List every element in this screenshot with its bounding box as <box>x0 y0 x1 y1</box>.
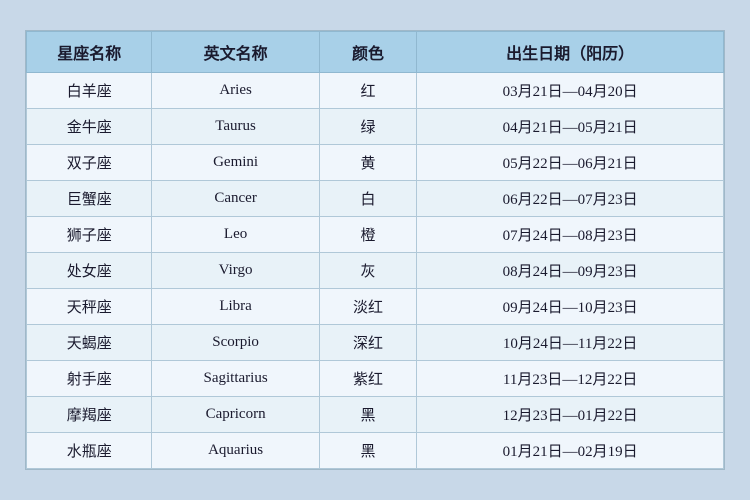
cell-color: 灰 <box>319 253 417 289</box>
cell-chinese: 白羊座 <box>27 73 152 109</box>
table-row: 双子座Gemini黄05月22日—06月21日 <box>27 145 724 181</box>
zodiac-table: 星座名称 英文名称 颜色 出生日期（阳历） 白羊座Aries红03月21日—04… <box>26 31 724 469</box>
cell-chinese: 巨蟹座 <box>27 181 152 217</box>
cell-color: 红 <box>319 73 417 109</box>
cell-chinese: 金牛座 <box>27 109 152 145</box>
cell-english: Aquarius <box>152 433 319 469</box>
cell-english: Cancer <box>152 181 319 217</box>
cell-color: 白 <box>319 181 417 217</box>
cell-chinese: 水瓶座 <box>27 433 152 469</box>
cell-color: 黑 <box>319 397 417 433</box>
cell-chinese: 摩羯座 <box>27 397 152 433</box>
cell-color: 橙 <box>319 217 417 253</box>
table-row: 狮子座Leo橙07月24日—08月23日 <box>27 217 724 253</box>
cell-date: 05月22日—06月21日 <box>417 145 724 181</box>
table-row: 处女座Virgo灰08月24日—09月23日 <box>27 253 724 289</box>
table-row: 金牛座Taurus绿04月21日—05月21日 <box>27 109 724 145</box>
cell-date: 10月24日—11月22日 <box>417 325 724 361</box>
cell-english: Leo <box>152 217 319 253</box>
cell-color: 绿 <box>319 109 417 145</box>
cell-date: 12月23日—01月22日 <box>417 397 724 433</box>
cell-english: Virgo <box>152 253 319 289</box>
header-color: 颜色 <box>319 32 417 73</box>
cell-chinese: 狮子座 <box>27 217 152 253</box>
cell-date: 11月23日—12月22日 <box>417 361 724 397</box>
zodiac-table-container: 星座名称 英文名称 颜色 出生日期（阳历） 白羊座Aries红03月21日—04… <box>25 30 725 470</box>
cell-english: Sagittarius <box>152 361 319 397</box>
table-row: 巨蟹座Cancer白06月22日—07月23日 <box>27 181 724 217</box>
cell-color: 淡红 <box>319 289 417 325</box>
header-chinese: 星座名称 <box>27 32 152 73</box>
cell-date: 09月24日—10月23日 <box>417 289 724 325</box>
cell-english: Gemini <box>152 145 319 181</box>
table-row: 水瓶座Aquarius黑01月21日—02月19日 <box>27 433 724 469</box>
cell-date: 01月21日—02月19日 <box>417 433 724 469</box>
table-row: 天秤座Libra淡红09月24日—10月23日 <box>27 289 724 325</box>
table-row: 白羊座Aries红03月21日—04月20日 <box>27 73 724 109</box>
cell-color: 黄 <box>319 145 417 181</box>
header-date: 出生日期（阳历） <box>417 32 724 73</box>
cell-date: 08月24日—09月23日 <box>417 253 724 289</box>
header-english: 英文名称 <box>152 32 319 73</box>
table-header-row: 星座名称 英文名称 颜色 出生日期（阳历） <box>27 32 724 73</box>
table-row: 天蝎座Scorpio深红10月24日—11月22日 <box>27 325 724 361</box>
table-row: 摩羯座Capricorn黑12月23日—01月22日 <box>27 397 724 433</box>
cell-chinese: 射手座 <box>27 361 152 397</box>
cell-date: 07月24日—08月23日 <box>417 217 724 253</box>
cell-english: Aries <box>152 73 319 109</box>
cell-chinese: 处女座 <box>27 253 152 289</box>
cell-color: 深红 <box>319 325 417 361</box>
cell-color: 黑 <box>319 433 417 469</box>
cell-date: 03月21日—04月20日 <box>417 73 724 109</box>
cell-english: Scorpio <box>152 325 319 361</box>
cell-date: 06月22日—07月23日 <box>417 181 724 217</box>
cell-chinese: 天秤座 <box>27 289 152 325</box>
cell-chinese: 天蝎座 <box>27 325 152 361</box>
cell-chinese: 双子座 <box>27 145 152 181</box>
cell-english: Taurus <box>152 109 319 145</box>
table-row: 射手座Sagittarius紫红11月23日—12月22日 <box>27 361 724 397</box>
cell-english: Capricorn <box>152 397 319 433</box>
cell-date: 04月21日—05月21日 <box>417 109 724 145</box>
cell-color: 紫红 <box>319 361 417 397</box>
table-body: 白羊座Aries红03月21日—04月20日金牛座Taurus绿04月21日—0… <box>27 73 724 469</box>
cell-english: Libra <box>152 289 319 325</box>
